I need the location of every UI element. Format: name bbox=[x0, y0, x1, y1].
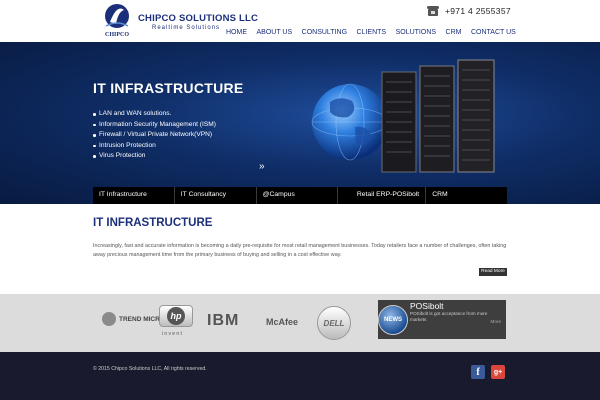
banner-bullet: Information Security Management (ISM) bbox=[93, 120, 216, 131]
tab-it-consultancy[interactable]: IT Consultancy bbox=[175, 187, 257, 204]
phone-contact: +971 4 2555357 bbox=[427, 6, 511, 16]
news-title[interactable]: POSibolt bbox=[410, 301, 444, 311]
ibm-logo[interactable]: IBM bbox=[207, 312, 239, 330]
nav-contact-us[interactable]: CONTACT US bbox=[471, 29, 516, 36]
tab-it-infrastructure[interactable]: IT Infrastructure bbox=[93, 187, 175, 204]
banner-bullet: Firewall / Virtual Private Network(VPN) bbox=[93, 130, 216, 141]
content-title: IT INFRASTRUCTURE bbox=[93, 217, 213, 229]
trend-micro-logo[interactable]: TREND MICRO bbox=[102, 312, 165, 326]
phone-icon bbox=[427, 6, 439, 16]
phone-number: +971 4 2555357 bbox=[445, 6, 511, 16]
nav-clients[interactable]: CLIENTS bbox=[357, 29, 387, 36]
nav-solutions[interactable]: SOLUTIONS bbox=[396, 29, 436, 36]
brand-tagline: Realtime Solutions bbox=[152, 25, 221, 31]
nav-crm[interactable]: CRM bbox=[446, 29, 462, 36]
main-nav: HOME ABOUT US CONSULTING CLIENTS SOLUTIO… bbox=[226, 29, 525, 36]
banner-tabs: IT Infrastructure IT Consultancy @Campus… bbox=[93, 187, 507, 204]
banner-bullet-list: LAN and WAN solutions. Information Secur… bbox=[93, 109, 216, 162]
dell-logo[interactable]: DELL bbox=[317, 306, 351, 340]
hp-text: hp bbox=[167, 307, 185, 325]
nav-about-us[interactable]: ABOUT US bbox=[257, 29, 293, 36]
nav-home[interactable]: HOME bbox=[226, 29, 247, 36]
copyright-text: © 2015 Chipco Solutions LLC, All rights … bbox=[93, 366, 207, 372]
next-slide-arrow-icon[interactable]: » bbox=[259, 161, 265, 172]
banner-title: IT INFRASTRUCTURE bbox=[93, 80, 244, 96]
header: CHIPCO CHIPCO SOLUTIONS LLC Realtime Sol… bbox=[0, 0, 600, 42]
chipco-logo[interactable]: CHIPCO bbox=[100, 2, 134, 38]
banner-bullet: LAN and WAN solutions. bbox=[93, 109, 216, 120]
read-more-button[interactable]: Read More bbox=[479, 268, 507, 276]
partners-strip: TREND MICRO hp invent IBM McAfee DELL bbox=[0, 294, 600, 352]
footer: © 2015 Chipco Solutions LLC, All rights … bbox=[0, 352, 600, 400]
hp-invent-text: invent bbox=[162, 331, 184, 337]
tab-crm[interactable]: CRM bbox=[426, 187, 507, 204]
news-text: POSibolt is got acceptance from more mar… bbox=[410, 311, 488, 322]
banner-bullet: Virus Protection bbox=[93, 151, 216, 162]
tab-retail-erp-posibolt[interactable]: Retail ERP-POSibolt bbox=[338, 187, 427, 204]
trend-micro-ball-icon bbox=[102, 312, 116, 326]
mcafee-logo[interactable]: McAfee bbox=[266, 317, 298, 327]
banner-bullet: Intrusion Protection bbox=[93, 141, 216, 152]
server-racks-image bbox=[381, 59, 495, 173]
brand-name: CHIPCO SOLUTIONS LLC bbox=[138, 13, 259, 24]
news-more-link[interactable]: More bbox=[491, 319, 501, 324]
trend-micro-text: TREND MICRO bbox=[119, 315, 165, 323]
logo-text: CHIPCO bbox=[105, 32, 129, 38]
nav-consulting[interactable]: CONSULTING bbox=[302, 29, 347, 36]
news-icon: NEWS bbox=[378, 305, 408, 335]
news-widget: NEWS POSibolt POSibolt is got acceptance… bbox=[378, 300, 506, 339]
tab-campus[interactable]: @Campus bbox=[257, 187, 339, 204]
hero-banner: IT INFRASTRUCTURE LAN and WAN solutions.… bbox=[0, 42, 600, 204]
content-paragraph: Increasingly, fast and accurate informat… bbox=[93, 243, 507, 258]
facebook-icon[interactable]: f bbox=[471, 365, 485, 379]
google-plus-icon[interactable]: g+ bbox=[491, 365, 505, 379]
hp-logo[interactable]: hp bbox=[159, 305, 193, 327]
